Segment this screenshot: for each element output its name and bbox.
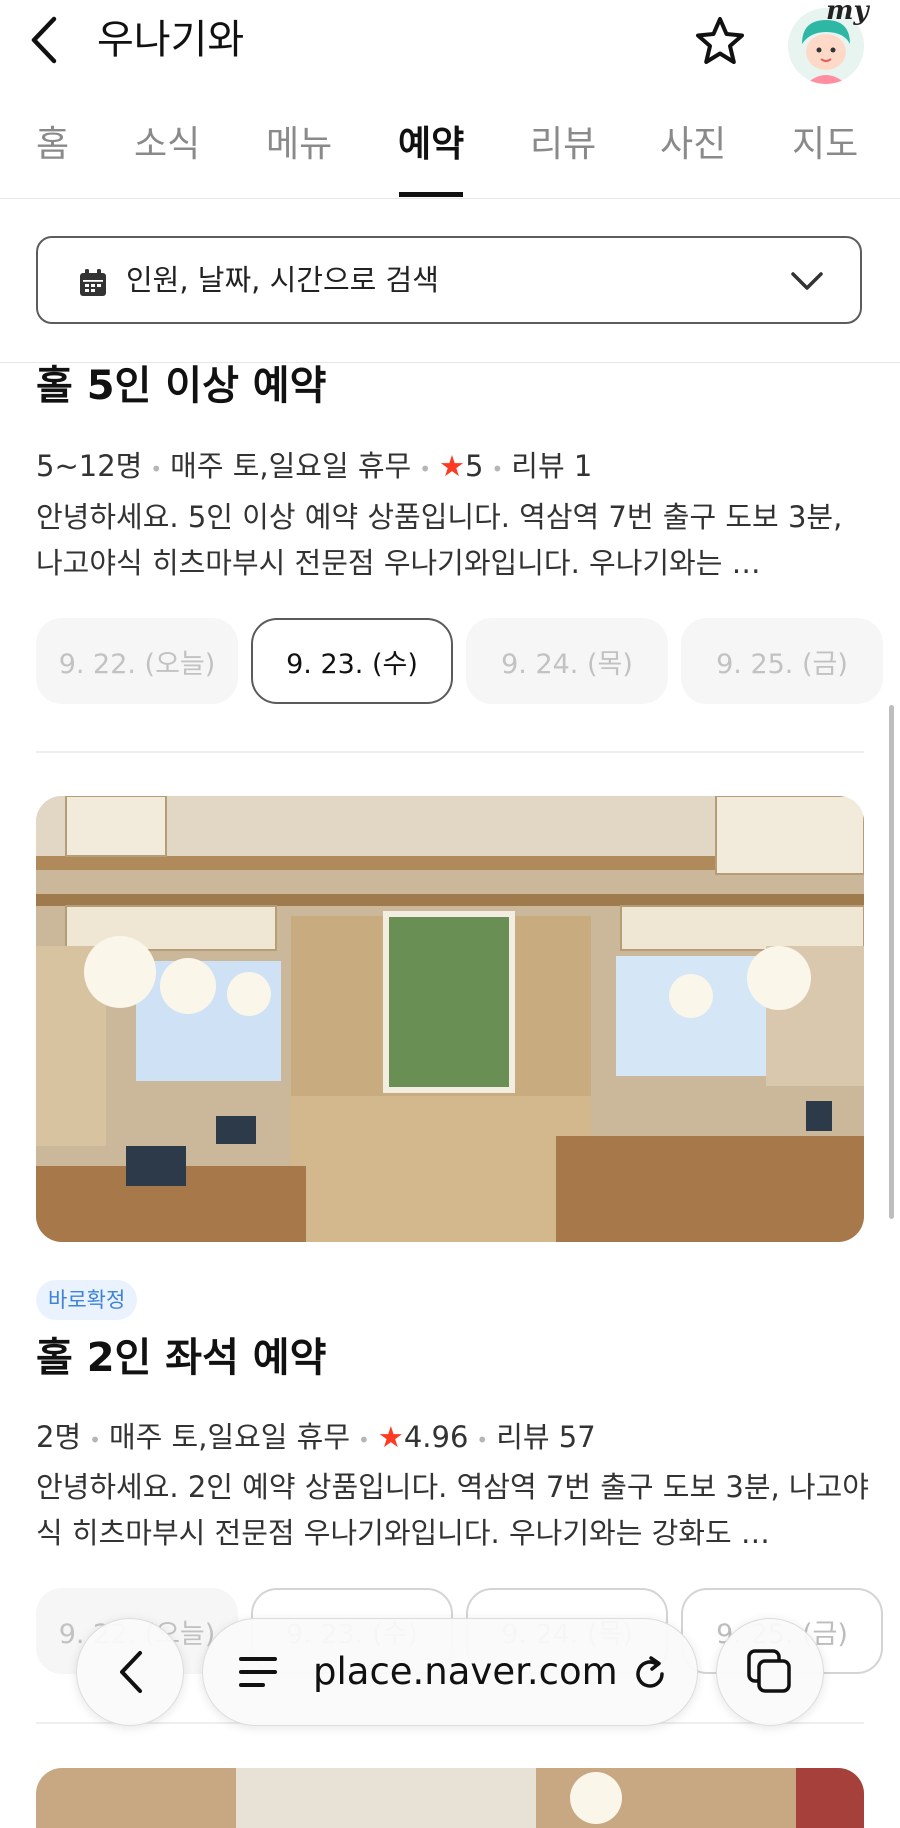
separator-dot: • <box>419 457 432 481</box>
product-photo[interactable] <box>36 1768 864 1828</box>
tab-review[interactable]: 리뷰 <box>530 120 596 170</box>
separator-dot: • <box>150 457 163 481</box>
product-title[interactable]: 홀 5인 이상 예약 <box>36 358 326 414</box>
restaurant-interior-image <box>36 796 864 1242</box>
scrollbar[interactable] <box>889 705 894 1219</box>
address-bar[interactable]: place.naver.com <box>202 1618 698 1726</box>
instant-confirm-badge: 바로확정 <box>36 1280 138 1320</box>
rating: 5 <box>465 449 484 483</box>
tab-home[interactable]: 홈 <box>36 120 69 170</box>
product-title[interactable]: 홀 2인 좌석 예약 <box>36 1330 326 1386</box>
product-photo[interactable] <box>36 796 864 1242</box>
star-outline-icon <box>696 17 744 64</box>
top-header: 우나기와 my <box>0 0 900 84</box>
restaurant-photo-image <box>36 1768 864 1828</box>
favorite-button[interactable] <box>690 14 750 70</box>
date-chip: 9. 25. (금) <box>681 618 883 704</box>
tab-bar: 홈 소식 메뉴 예약 리뷰 사진 지도 <box>0 100 900 199</box>
avatar-my-label: my <box>826 0 869 26</box>
reload-icon[interactable] <box>631 1655 669 1693</box>
product-divider <box>36 751 864 753</box>
date-chip: 9. 24. (목) <box>466 618 668 704</box>
chevron-down-icon <box>791 272 823 290</box>
date-chip-selected[interactable]: 9. 23. (수) <box>251 618 453 704</box>
separator-dot: • <box>89 1428 101 1452</box>
product-meta: 2명 • 매주 토,일요일 휴무 • ★4.96 • 리뷰 57 <box>36 1415 596 1462</box>
search-placeholder: 인원, 날짜, 시간으로 검색 <box>126 263 439 297</box>
closed-days: 매주 토,일요일 휴무 <box>108 1420 351 1454</box>
date-chip-row: 9. 22. (오늘) 9. 23. (수) 9. 24. (목) 9. 25.… <box>0 618 900 706</box>
tab-map[interactable]: 지도 <box>792 120 858 170</box>
star-icon: ★ <box>377 1420 404 1454</box>
capacity: 2명 <box>36 1420 82 1454</box>
reservation-search-box[interactable]: 인원, 날짜, 시간으로 검색 <box>36 236 862 324</box>
review-count[interactable]: 리뷰 57 <box>496 1420 595 1454</box>
browser-back-button[interactable] <box>76 1618 184 1726</box>
product-description: 안녕하세요. 5인 이상 예약 상품입니다. 역삼역 7번 출구 도보 3분, … <box>36 500 843 580</box>
capacity: 5~12명 <box>36 449 143 483</box>
active-tab-indicator <box>399 192 463 197</box>
separator-dot: • <box>476 1428 489 1452</box>
product-meta: 5~12명 • 매주 토,일요일 휴무 • ★5 • 리뷰 1 <box>36 444 592 491</box>
chevron-left-icon <box>31 16 57 64</box>
back-button[interactable] <box>28 14 72 66</box>
chevron-left-icon <box>120 1651 142 1693</box>
review-count[interactable]: 리뷰 1 <box>511 449 592 483</box>
tabs-icon <box>747 1649 791 1693</box>
tab-menu[interactable]: 메뉴 <box>266 120 332 170</box>
tab-reservation[interactable]: 예약 <box>398 120 464 170</box>
closed-days: 매주 토,일요일 휴무 <box>170 449 412 483</box>
url-text[interactable]: place.naver.com <box>313 1647 618 1697</box>
date-chip: 9. 22. (오늘) <box>36 618 238 704</box>
separator-dot: • <box>358 1428 370 1452</box>
hamburger-icon[interactable] <box>239 1655 279 1689</box>
rating: 4.96 <box>403 1420 469 1454</box>
tab-news[interactable]: 소식 <box>134 120 200 170</box>
page-title: 우나기와 <box>97 17 245 63</box>
browser-tabs-button[interactable] <box>716 1618 824 1726</box>
star-icon: ★ <box>439 449 466 483</box>
product-description: 안녕하세요. 2인 예약 상품입니다. 역삼역 7번 출구 도보 3분, 나고야… <box>36 1470 869 1550</box>
separator-dot: • <box>491 457 504 481</box>
calendar-icon <box>80 269 106 296</box>
tab-photo[interactable]: 사진 <box>660 120 726 170</box>
